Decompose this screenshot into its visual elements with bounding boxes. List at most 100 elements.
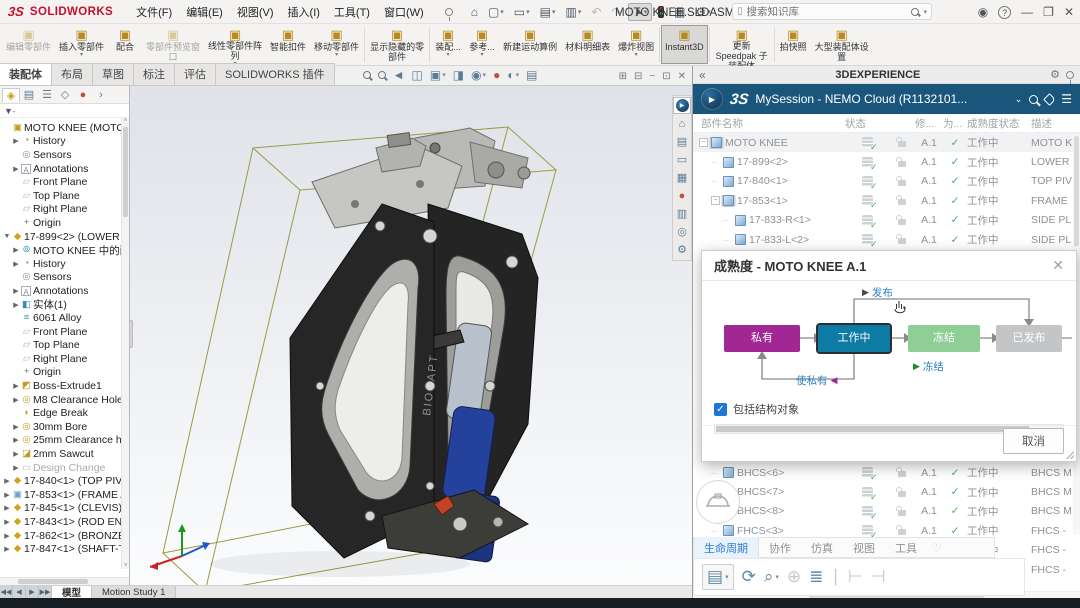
edit-appearance-icon[interactable]: ● [493,68,500,82]
panel-splitter-handle[interactable] [129,320,133,348]
tree-item[interactable]: ▶⊚MOTO KNEE 中的配 [2,243,121,257]
dialog-close-icon[interactable]: ✕ [1052,257,1064,274]
custom-properties-tab-icon[interactable]: ▥ [673,205,691,222]
tree-item[interactable]: ▶◆17-847<1> (SHAFT-TI [2,542,121,556]
file-explorer-tab-icon[interactable]: ▭ [673,151,691,168]
tree-item[interactable]: ◎Sensors [2,271,121,285]
configurationmanager-tab-icon[interactable]: ☰ [38,88,56,101]
tree-item[interactable]: ▶◆17-845<1> (CLEVIS) [2,502,121,516]
ribbon-button--[interactable]: ▣配合 [108,25,142,64]
panel-pin-icon[interactable] [1066,71,1074,79]
account-icon[interactable]: ◉ [978,5,988,19]
tree-item[interactable]: ▱Right Plane [2,203,121,217]
table-row[interactable]: −MOTO KNEEA.1✓工作中MOTO K [693,133,1080,152]
panel-tab-仿真[interactable]: 仿真 [801,537,843,559]
appearances-tab-icon[interactable]: ● [673,187,691,204]
explore-search-icon[interactable]: ⌕▾ [764,567,779,587]
doc-restore-icon[interactable]: ⊡ [662,71,670,82]
ribbon-button--[interactable]: ▣插入零部件▾ [55,25,108,64]
knowledge-search-box[interactable]: ▯ ▾ [732,3,932,20]
help-icon[interactable]: ? [998,6,1011,19]
view-orientation-icon[interactable]: ▣▾ [430,68,446,82]
doc-close-icon[interactable]: ✕ [678,71,686,82]
menu-item[interactable]: 文件(F) [129,2,179,22]
tag-icon[interactable] [1043,93,1056,106]
tree-item[interactable]: ▶◔History [2,135,121,149]
tree-item[interactable]: ▱Top Plane [2,339,121,353]
tab-model[interactable]: 模型 [52,586,92,598]
ribbon-button--[interactable]: ▣线性零部件阵列▾ [204,25,266,64]
design-library-tab-icon[interactable]: ▤ [673,133,691,150]
tree-vertical-scrollbar[interactable]: ˄˅ [121,118,129,569]
ribbon-button--[interactable]: ▣零部件预览窗口 [142,25,204,64]
tab-scroll-next-icon[interactable]: ▶ [26,586,39,598]
replace-component-icon[interactable]: ⊢ [848,567,863,587]
forum-tab-icon[interactable]: ◎ [673,223,691,240]
new-document-icon[interactable]: ▢▾ [484,4,508,20]
section-view-icon[interactable]: ◫ [412,68,423,82]
tree-expand-arrow-icon[interactable]: ▶ [3,504,11,512]
more-tabs-icon[interactable]: › [92,89,110,101]
expand-collapse-icon[interactable]: − [699,138,708,147]
print-icon[interactable]: ▥▾ [562,4,586,20]
tree-item[interactable]: ▶AAnnotations [2,284,121,298]
tree-expand-arrow-icon[interactable]: ▶ [12,436,20,444]
tab-标注[interactable]: 标注 [133,63,175,85]
doc-minimize-icon[interactable]: − [649,71,655,82]
previous-view-icon[interactable]: ◄ [393,68,405,82]
tab-scroll-first-icon[interactable]: ◀◀ [0,586,13,598]
sync-3d-icon[interactable]: ⊕ [787,567,801,587]
transition-freeze[interactable]: ▶冻结 [913,359,944,374]
ribbon-button--speedpak-[interactable]: ▣更新 Speedpak 子装配体 [711,25,773,64]
panel-tab-协作[interactable]: 协作 [759,537,801,559]
ribbon-button--[interactable]: ▣智能扣件 [266,25,310,64]
new-assembly-icon[interactable]: ⊣ [871,567,886,587]
tree-item[interactable]: ▶◪2mm Sawcut [2,447,121,461]
tree-item[interactable]: ▶◆17-862<1> (BRONZE I [2,529,121,543]
view-palette-tab-icon[interactable]: ▦ [673,169,691,186]
table-row[interactable]: –17-899<2>A.1✓工作中LOWER [693,152,1080,171]
close-icon[interactable]: ✕ [1064,5,1074,19]
featuremanager-tab-icon[interactable]: ◈ [2,88,20,102]
tree-item[interactable]: ▱Top Plane [2,189,121,203]
table-row[interactable]: –17-840<1>A.1✓工作中TOP PIV [693,172,1080,191]
tree-item[interactable]: ▶◧实体(1) [2,298,121,312]
tab-scroll-last-icon[interactable]: ▶▶ [39,586,52,598]
ribbon-button--[interactable]: ▣材料明细表 [561,25,614,64]
tab-装配体[interactable]: 装配体 [0,63,52,85]
refresh-from-server-icon[interactable]: ⟳ [742,567,756,587]
tab-草图[interactable]: 草图 [92,63,134,85]
ribbon-button--[interactable]: ▣新建运动算例 [499,25,561,64]
include-structure-row[interactable]: ✓ 包括结构对象 [714,401,1064,417]
tree-item[interactable]: ▶◆17-840<1> (TOP PIVO [2,474,121,488]
panel-tab-工具[interactable]: 工具 [885,537,927,559]
panel-tab-视图[interactable]: 视图 [843,537,885,559]
tree-expand-arrow-icon[interactable]: ▶ [12,396,20,404]
tree-expand-arrow-icon[interactable]: ▶ [12,246,20,254]
ribbon-button--[interactable]: ▣编辑零部件 [2,25,55,64]
search-caret-icon[interactable]: ▾ [923,8,927,16]
table-row[interactable]: –17-833-L<2>A.1✓工作中SIDE PL [693,230,1080,249]
session-dropdown-icon[interactable]: ⌄ [1015,94,1023,105]
ribbon-button--[interactable]: ▣装配...▾ [431,25,465,64]
tree-item[interactable]: ▱Front Plane [2,175,121,189]
table-row[interactable]: –BHCS<6>A.1✓工作中BHCS M [693,463,1080,482]
include-structure-checkbox[interactable]: ✓ [714,403,727,416]
ribbon-button--[interactable]: ▣爆炸视图▾ [614,25,658,64]
tree-item[interactable]: ▱Front Plane [2,325,121,339]
ribbon-button--[interactable]: ▣移动零部件▾ [310,25,363,64]
ribbon-button--[interactable]: ▣拍快照 [776,25,811,64]
tree-item[interactable]: ▼◆17-899<2> (LOWER B [2,230,121,244]
3dexperience-compass-icon[interactable]: ▶ [701,88,723,110]
assistant-avatar[interactable] [696,480,740,524]
ribbon-button--[interactable]: ▣显示隐藏的零部件 [366,25,428,64]
tree-item[interactable]: ▣MOTO KNEE (MOTO KNE [2,121,121,135]
transition-make-private[interactable]: 使私有◀ [796,373,837,388]
table-row[interactable]: –BHCS<7>A.1✓工作中BHCS M [693,482,1080,501]
tree-filter-bar[interactable]: ▼- [0,104,129,118]
save-to-3dexperience-icon[interactable]: ▤▾ [702,564,734,590]
table-row[interactable]: –BHCS<8>A.1✓工作中BHCS M [693,502,1080,521]
doc-cascade-icon[interactable]: ⊞ [619,71,627,82]
expand-collapse-icon[interactable]: − [711,196,720,205]
tree-item[interactable]: +Origin [2,216,121,230]
